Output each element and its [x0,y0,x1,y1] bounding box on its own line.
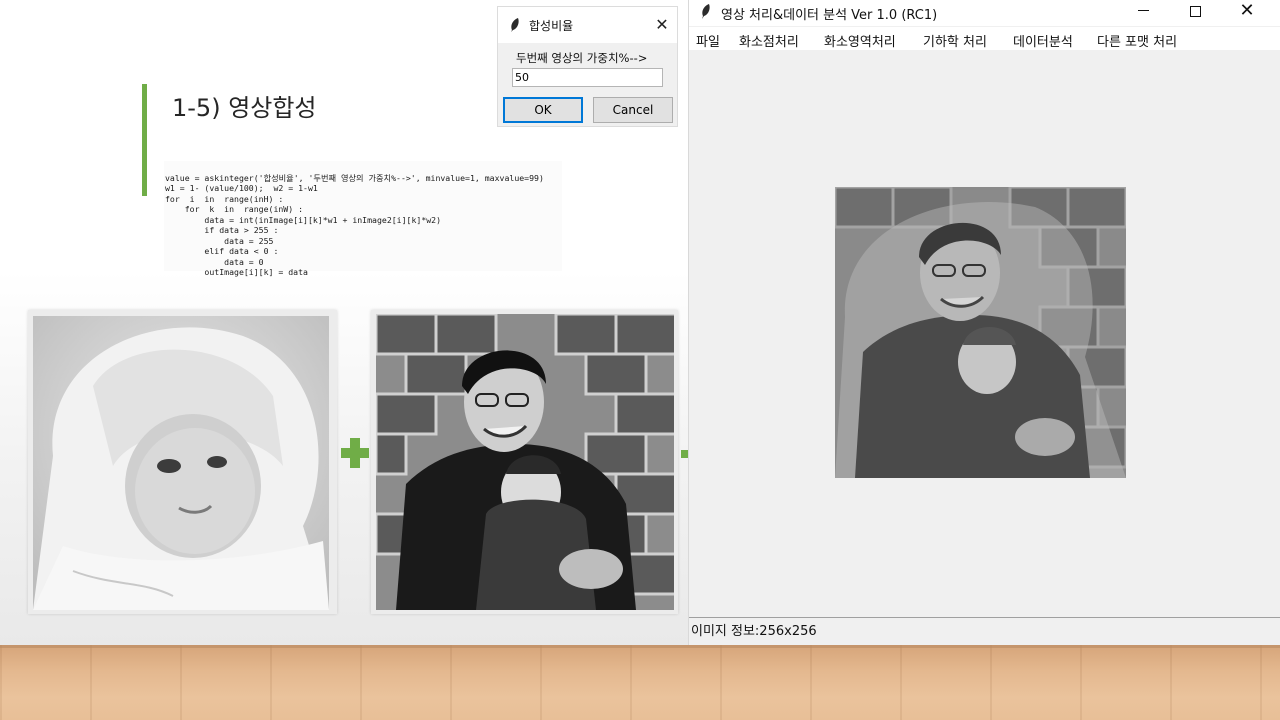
menu-data-analysis[interactable]: 데이터분석 [1013,31,1073,50]
code-block: value = askinteger('합성비율', '두번째 영상의 가중치%… [164,161,562,277]
blended-output-image [835,187,1126,478]
plus-icon [341,438,369,468]
window-titlebar: 영상 처리&데이터 분석 Ver 1.0 (RC1) ✕ [689,0,1280,26]
menu-geometry[interactable]: 기하학 처리 [923,31,987,50]
wood-floor-background [0,645,1280,720]
feather-icon [702,4,710,19]
ok-button[interactable]: OK [503,97,583,123]
code-line: if data > 255 : [165,225,279,235]
minimize-icon[interactable] [1117,0,1169,24]
code-line: for i in range(inH) : [165,193,284,204]
dialog-prompt: 두번째 영상의 가중치%--> [516,51,648,65]
status-bar: 이미지 정보:256x256 [689,617,1280,639]
askinteger-dialog: 합성비율 ✕ 두번째 영상의 가중치%--> OK Cancel [497,6,678,127]
menu-other-format[interactable]: 다른 포맷 처리 [1097,31,1177,50]
close-icon[interactable]: ✕ [654,17,670,33]
menu-pixel-area[interactable]: 화소영역처리 [824,31,896,50]
dialog-title: 합성비율 [529,19,574,33]
dialog-titlebar: 합성비율 ✕ [498,7,677,43]
baby-photo [33,316,329,610]
menu-file[interactable]: 파일 [696,31,720,50]
feather-icon [511,18,519,32]
father-baby-photo [376,314,674,610]
code-line: elif data < 0 : [165,246,279,256]
code-line: data = 0 [165,256,264,267]
code-line: value = askinteger('합성비율', '두번째 영상의 가중치%… [165,172,544,183]
code-line: for k in range(inW) : [165,204,304,214]
code-line: data = 255 [165,235,274,246]
window-title: 영상 처리&데이터 분석 Ver 1.0 (RC1) [721,8,938,23]
menu-bar: 파일 화소점처리 화소영역처리 기하학 처리 데이터분석 다른 포맷 처리 [689,27,1280,51]
slide-title: 1-5) 영상합성 [172,94,317,122]
image-canvas [690,52,1279,617]
image-processing-window: 영상 처리&데이터 분석 Ver 1.0 (RC1) ✕ 파일 화소점처리 화소… [688,0,1280,645]
cancel-button[interactable]: Cancel [593,97,673,123]
title-accent-bar [142,84,147,196]
image-info-status: 이미지 정보:256x256 [691,624,817,639]
code-line: data = int(inImage[i][k]*w1 + inImage2[i… [165,214,442,225]
code-line: w1 = 1- (value/100); w2 = 1-w1 [165,183,318,193]
weight-input[interactable] [512,68,663,87]
menu-pixel-point[interactable]: 화소점처리 [739,31,799,50]
close-icon[interactable]: ✕ [1221,0,1273,24]
code-line: outImage[i][k] = data [165,267,308,277]
maximize-icon[interactable] [1169,0,1221,24]
